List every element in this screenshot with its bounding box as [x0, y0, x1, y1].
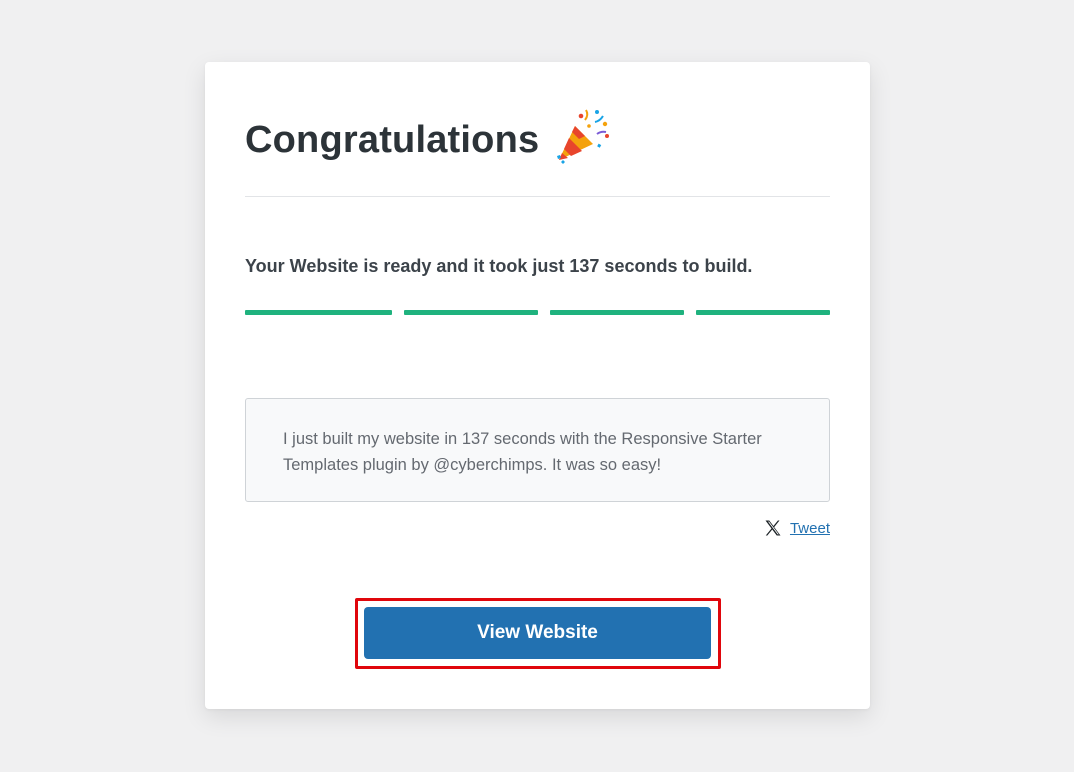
tweet-message-box[interactable]: I just built my website in 137 seconds w…	[245, 398, 830, 502]
progress-step-1	[245, 310, 392, 315]
page-title: Congratulations	[245, 118, 540, 161]
view-website-button[interactable]: View Website	[364, 607, 711, 659]
party-popper-icon	[557, 109, 610, 164]
tweet-link[interactable]: Tweet	[763, 518, 830, 538]
title-divider	[245, 196, 830, 197]
progress-bar	[245, 310, 830, 315]
ready-message: Your Website is ready and it took just 1…	[245, 256, 753, 276]
x-logo-icon	[765, 520, 781, 536]
tweet-label[interactable]: Tweet	[790, 520, 830, 537]
progress-step-3	[550, 310, 684, 315]
congratulations-card: Congratulations Your Website is ready an…	[205, 62, 870, 709]
tweet-text: I just built my website in 137 seconds w…	[283, 430, 762, 474]
progress-step-4	[696, 310, 830, 315]
title-row: Congratulations	[245, 109, 613, 170]
progress-step-2	[404, 310, 538, 315]
